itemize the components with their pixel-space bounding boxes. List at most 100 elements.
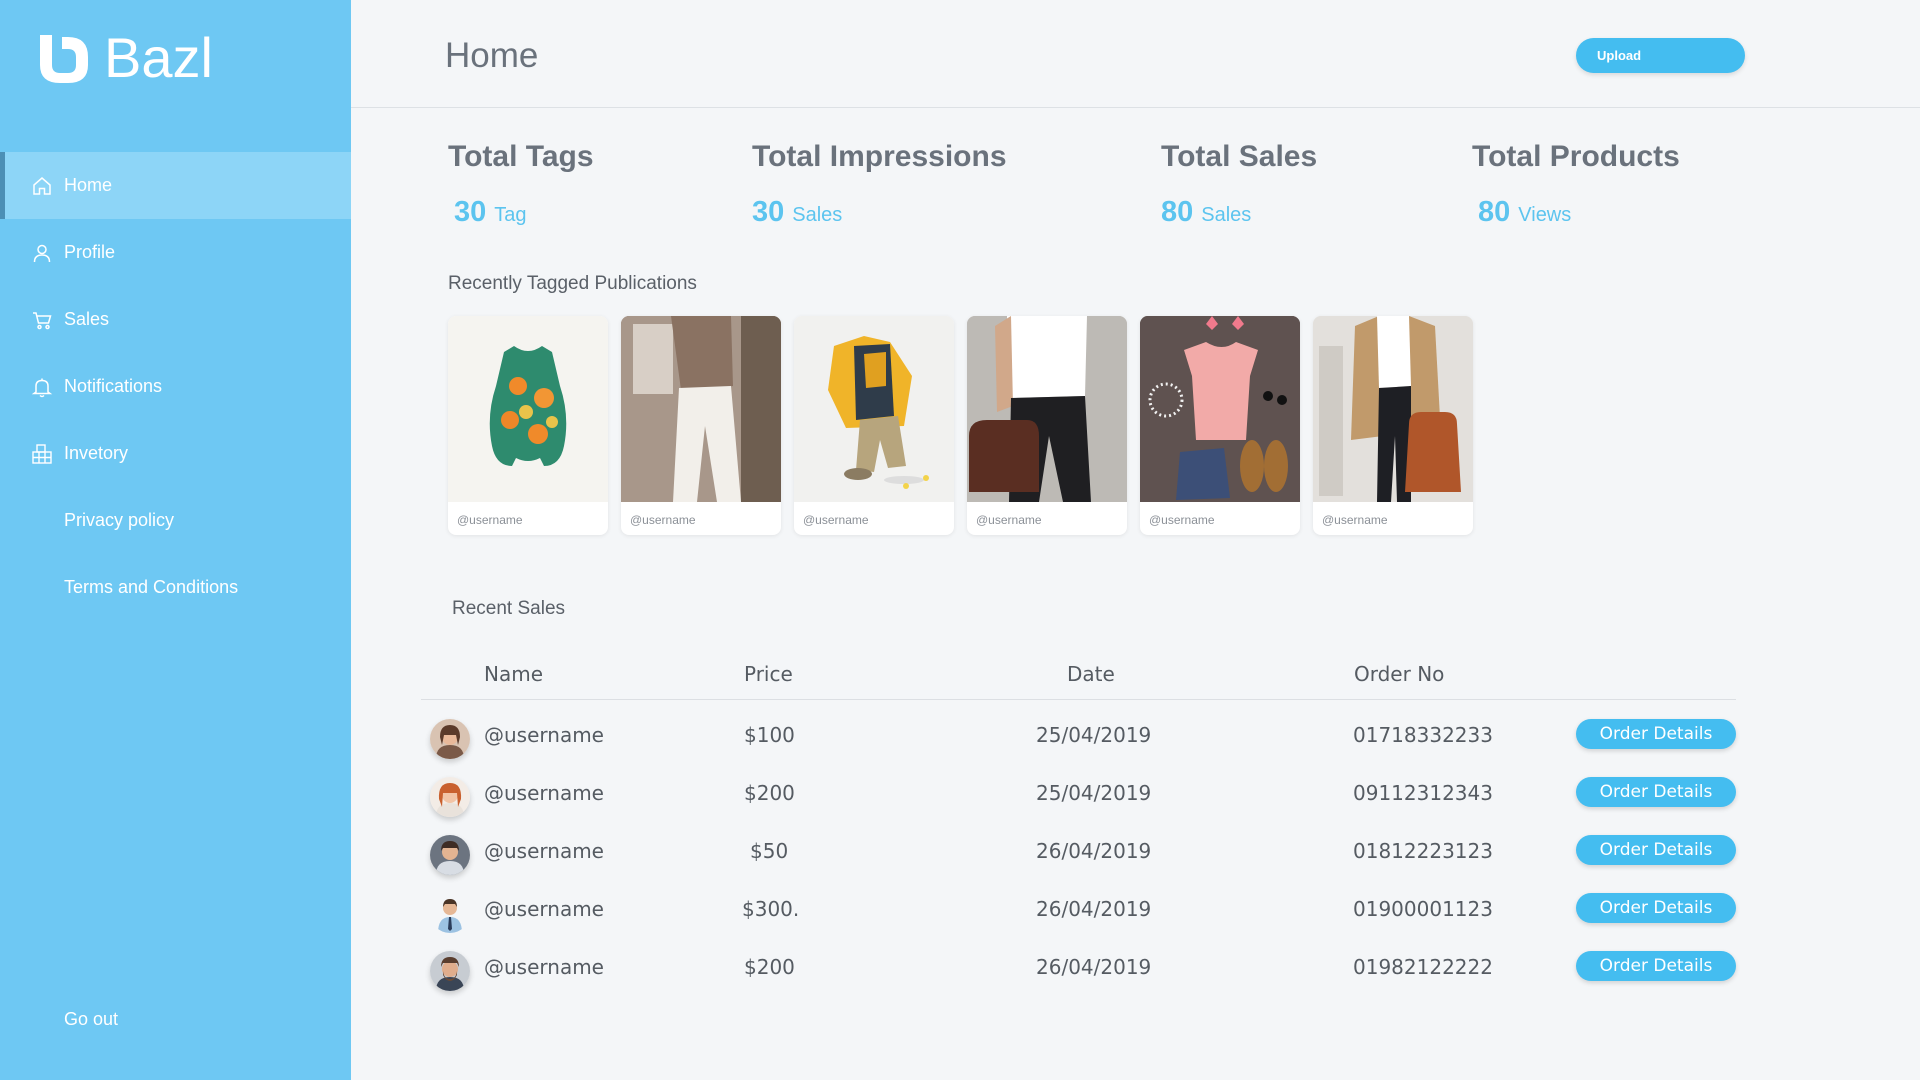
- inventory-icon: [32, 443, 52, 464]
- publication-username: @username: [457, 513, 523, 527]
- publication-card[interactable]: @username: [448, 316, 608, 535]
- sidebar-item-inventory[interactable]: Invetory: [0, 420, 351, 487]
- row-price: $100: [744, 723, 795, 747]
- cart-icon: [33, 311, 52, 329]
- stat-value: 30 Tag: [454, 196, 527, 229]
- bazl-logo-icon: [40, 35, 88, 83]
- sidebar-item-notifications[interactable]: Notifications: [0, 353, 351, 420]
- stat-unit: Views: [1518, 204, 1572, 226]
- sidebar-item-sales[interactable]: Sales: [0, 286, 351, 353]
- publication-username: @username: [1322, 513, 1388, 527]
- stat-value: 80 Views: [1478, 196, 1571, 229]
- sidebar-item-privacy-policy[interactable]: Privacy policy: [0, 487, 351, 554]
- order-details-button[interactable]: Order Details: [1576, 951, 1736, 981]
- stat-total-tags: Total Tags 30 Tag: [448, 140, 594, 228]
- publication-image: [794, 316, 954, 502]
- table-row: @username $100 25/04/2019 01718332233 Or…: [0, 709, 1920, 759]
- avatar: [430, 893, 470, 933]
- column-header-date: Date: [1067, 662, 1115, 686]
- publication-username: @username: [630, 513, 696, 527]
- row-order-no: 01718332233: [1353, 723, 1493, 747]
- row-name: @username: [484, 955, 604, 979]
- go-out-link[interactable]: Go out: [64, 1009, 118, 1030]
- publication-image: [1140, 316, 1300, 502]
- row-name: @username: [484, 781, 604, 805]
- table-divider: [421, 699, 1736, 700]
- table-row: @username $300. 26/04/2019 01900001123 O…: [0, 883, 1920, 933]
- publication-image: [1313, 316, 1473, 502]
- stat-unit: Tag: [494, 204, 527, 226]
- sidebar-item-label: Notifications: [64, 376, 163, 396]
- column-header-order-no: Order No: [1354, 662, 1445, 686]
- row-order-no: 01812223123: [1353, 839, 1493, 863]
- sidebar-item-label: Sales: [64, 309, 110, 329]
- publication-image: [448, 316, 608, 502]
- avatar: [430, 719, 470, 759]
- page-title: Home: [445, 36, 539, 75]
- publication-card[interactable]: @username: [967, 316, 1127, 535]
- publication-image: [967, 316, 1127, 502]
- sidebar-item-label: Privacy policy: [64, 510, 175, 530]
- row-order-no: 01900001123: [1353, 897, 1493, 921]
- row-date: 25/04/2019: [1036, 781, 1152, 805]
- row-date: 25/04/2019: [1036, 723, 1152, 747]
- publication-card[interactable]: @username: [794, 316, 954, 535]
- sidebar-item-label: Home: [64, 175, 113, 195]
- stat-number: 30: [454, 196, 487, 228]
- row-name: @username: [484, 897, 604, 921]
- row-order-no: 01982122222: [1353, 955, 1493, 979]
- table-row: @username $200 26/04/2019 01982122222 Or…: [0, 941, 1920, 991]
- user-icon: [33, 244, 51, 262]
- app-name: Bazl: [104, 26, 213, 89]
- stat-title: Total Products: [1472, 140, 1680, 173]
- order-details-button[interactable]: Order Details: [1576, 893, 1736, 923]
- row-name: @username: [484, 723, 604, 747]
- publication-username: @username: [803, 513, 869, 527]
- row-price: $300.: [742, 897, 800, 921]
- sidebar-item-profile[interactable]: Profile: [0, 219, 351, 286]
- order-details-button[interactable]: Order Details: [1576, 719, 1736, 749]
- home-icon: [33, 176, 51, 195]
- bell-icon: [31, 378, 53, 397]
- publication-card[interactable]: @username: [1140, 316, 1300, 535]
- stat-number: 80: [1161, 196, 1194, 228]
- publications-title: Recently Tagged Publications: [448, 273, 697, 294]
- row-price: $200: [744, 781, 795, 805]
- stat-value: 80 Sales: [1161, 196, 1251, 229]
- column-header-price: Price: [744, 662, 793, 686]
- stat-unit: Sales: [1201, 204, 1252, 226]
- upload-button[interactable]: Upload: [1576, 38, 1745, 73]
- stat-number: 30: [752, 196, 785, 228]
- publication-card[interactable]: @username: [621, 316, 781, 535]
- stat-number: 80: [1478, 196, 1511, 228]
- stat-title: Total Sales: [1161, 140, 1318, 173]
- stat-value: 30 Sales: [752, 196, 842, 229]
- recent-sales-title: Recent Sales: [452, 598, 566, 619]
- order-details-button[interactable]: Order Details: [1576, 777, 1736, 807]
- sidebar-item-home[interactable]: Home: [0, 152, 351, 219]
- row-date: 26/04/2019: [1036, 839, 1152, 863]
- stat-unit: Sales: [792, 204, 843, 226]
- sidebar-item-label: Invetory: [64, 443, 129, 463]
- publication-username: @username: [1149, 513, 1215, 527]
- sidebar-item-label: Terms and Conditions: [64, 577, 239, 597]
- row-order-no: 09112312343: [1353, 781, 1493, 805]
- order-details-button[interactable]: Order Details: [1576, 835, 1736, 865]
- row-date: 26/04/2019: [1036, 897, 1152, 921]
- publications-list: @username @username @username @username …: [448, 316, 1473, 535]
- publication-card[interactable]: @username: [1313, 316, 1473, 535]
- sidebar-item-label: Profile: [64, 242, 116, 262]
- publication-username: @username: [976, 513, 1042, 527]
- header: Home Upload: [351, 0, 1920, 108]
- stat-total-impressions: Total Impressions 30 Sales: [752, 140, 1007, 228]
- row-price: $50: [750, 839, 789, 863]
- sidebar-item-terms-and-conditions[interactable]: Terms and Conditions: [0, 554, 351, 621]
- table-row: @username $200 25/04/2019 09112312343 Or…: [0, 767, 1920, 817]
- column-header-name: Name: [484, 662, 544, 686]
- sidebar-nav: Home Profile Sales Notifications Invetor…: [0, 152, 351, 621]
- logo[interactable]: Bazl: [36, 30, 213, 86]
- table-row: @username $50 26/04/2019 01812223123 Ord…: [0, 825, 1920, 875]
- row-date: 26/04/2019: [1036, 955, 1152, 979]
- row-price: $200: [744, 955, 795, 979]
- stat-total-products: Total Products 80 Views: [1472, 140, 1680, 228]
